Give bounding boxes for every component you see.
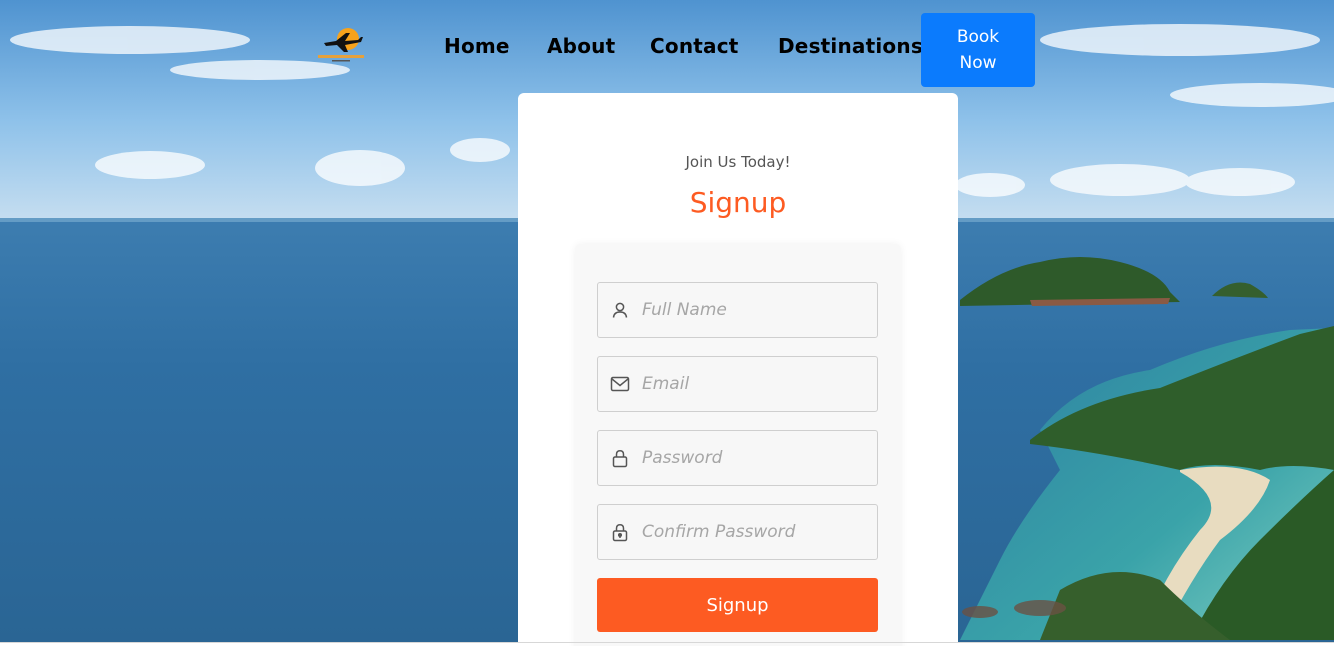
airplane-sun-logo-icon[interactable] [312,24,370,66]
user-icon [598,282,642,338]
book-now-button[interactable]: Book Now [921,13,1035,87]
lock-keyhole-icon [598,504,642,560]
signup-subtitle: Join Us Today! [685,153,791,171]
signup-form: Signup [575,244,901,646]
signup-submit-button[interactable]: Signup [597,578,878,632]
page-divider [0,642,1334,643]
full-name-input[interactable] [642,283,877,337]
nav-link-about[interactable]: About [547,34,615,58]
confirm-password-field[interactable] [597,504,878,560]
nav-link-contact[interactable]: Contact [650,34,739,58]
full-name-field[interactable] [597,282,878,338]
password-field[interactable] [597,430,878,486]
nav-link-home[interactable]: Home [444,34,510,58]
password-input[interactable] [642,431,877,485]
lock-icon [598,430,642,486]
envelope-icon [598,356,642,412]
signup-card: Join Us Today! Signup Full Name Email Si… [518,93,958,646]
signup-title: Signup [689,186,787,219]
confirm-password-input[interactable] [642,505,877,559]
email-input[interactable] [642,357,877,411]
nav-link-destinations[interactable]: Destinations [778,34,923,58]
email-field[interactable] [597,356,878,412]
